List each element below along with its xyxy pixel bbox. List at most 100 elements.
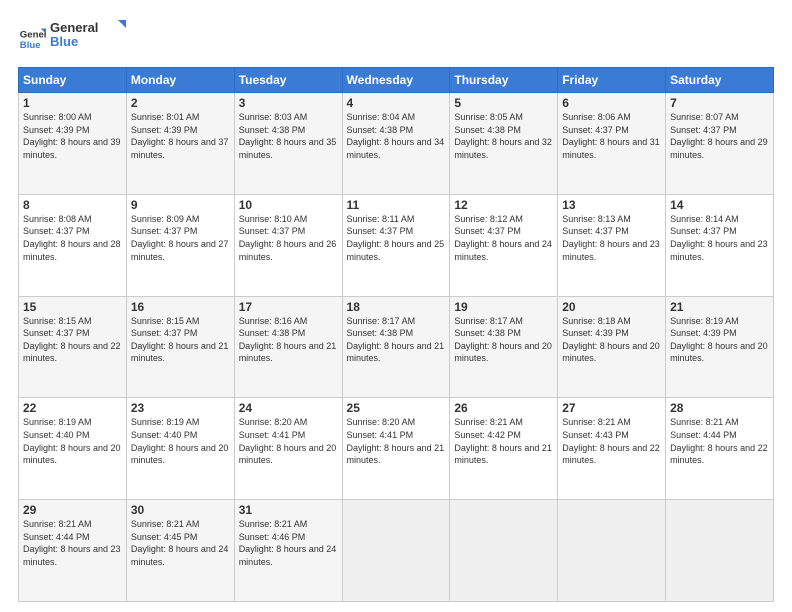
- calendar-header-row: SundayMondayTuesdayWednesdayThursdayFrid…: [19, 68, 774, 93]
- header: General Blue General Blue: [18, 18, 774, 59]
- calendar-day-header: Friday: [558, 68, 666, 93]
- cell-info: Sunrise: 8:06 AMSunset: 4:37 PMDaylight:…: [562, 112, 660, 160]
- calendar-day-cell: 11 Sunrise: 8:11 AMSunset: 4:37 PMDayligh…: [342, 194, 450, 296]
- calendar-day-header: Sunday: [19, 68, 127, 93]
- day-number: 24: [239, 401, 338, 415]
- calendar-day-cell: 31 Sunrise: 8:21 AMSunset: 4:46 PMDayligh…: [234, 500, 342, 602]
- calendar-week-row: 15 Sunrise: 8:15 AMSunset: 4:37 PMDayligh…: [19, 296, 774, 398]
- cell-info: Sunrise: 8:13 AMSunset: 4:37 PMDaylight:…: [562, 214, 660, 262]
- calendar-day-header: Monday: [126, 68, 234, 93]
- cell-info: Sunrise: 8:12 AMSunset: 4:37 PMDaylight:…: [454, 214, 552, 262]
- calendar-day-cell: 3 Sunrise: 8:03 AMSunset: 4:38 PMDaylight…: [234, 93, 342, 195]
- calendar-day-cell: [342, 500, 450, 602]
- calendar-day-cell: 21 Sunrise: 8:19 AMSunset: 4:39 PMDayligh…: [666, 296, 774, 398]
- day-number: 23: [131, 401, 230, 415]
- day-number: 13: [562, 198, 661, 212]
- cell-info: Sunrise: 8:08 AMSunset: 4:37 PMDaylight:…: [23, 214, 121, 262]
- cell-info: Sunrise: 8:21 AMSunset: 4:42 PMDaylight:…: [454, 417, 552, 465]
- calendar-day-cell: 6 Sunrise: 8:06 AMSunset: 4:37 PMDaylight…: [558, 93, 666, 195]
- cell-info: Sunrise: 8:20 AMSunset: 4:41 PMDaylight:…: [347, 417, 445, 465]
- cell-info: Sunrise: 8:19 AMSunset: 4:39 PMDaylight:…: [670, 316, 768, 364]
- calendar-day-cell: 12Sunrise: 8:12 AMSunset: 4:37 PMDayligh…: [450, 194, 558, 296]
- cell-info: Sunrise: 8:19 AMSunset: 4:40 PMDaylight:…: [23, 417, 121, 465]
- calendar-week-row: 29 Sunrise: 8:21 AMSunset: 4:44 PMDayligh…: [19, 500, 774, 602]
- day-number: 29: [23, 503, 122, 517]
- day-number: 19: [454, 300, 553, 314]
- cell-info: Sunrise: 8:00 AMSunset: 4:39 PMDaylight:…: [23, 112, 121, 160]
- cell-info: Sunrise: 8:05 AMSunset: 4:38 PMDaylight:…: [454, 112, 552, 160]
- calendar-week-row: 22 Sunrise: 8:19 AMSunset: 4:40 PMDayligh…: [19, 398, 774, 500]
- calendar-day-cell: 2 Sunrise: 8:01 AMSunset: 4:39 PMDaylight…: [126, 93, 234, 195]
- cell-info: Sunrise: 8:21 AMSunset: 4:44 PMDaylight:…: [670, 417, 768, 465]
- calendar-day-cell: 30Sunrise: 8:21 AMSunset: 4:45 PMDayligh…: [126, 500, 234, 602]
- day-number: 3: [239, 96, 338, 110]
- calendar-day-cell: 9 Sunrise: 8:09 AMSunset: 4:37 PMDaylight…: [126, 194, 234, 296]
- cell-info: Sunrise: 8:21 AMSunset: 4:43 PMDaylight:…: [562, 417, 660, 465]
- cell-info: Sunrise: 8:18 AMSunset: 4:39 PMDaylight:…: [562, 316, 660, 364]
- calendar-day-header: Wednesday: [342, 68, 450, 93]
- calendar-day-cell: 10Sunrise: 8:10 AMSunset: 4:37 PMDayligh…: [234, 194, 342, 296]
- calendar-day-cell: 8Sunrise: 8:08 AMSunset: 4:37 PMDaylight…: [19, 194, 127, 296]
- day-number: 31: [239, 503, 338, 517]
- day-number: 26: [454, 401, 553, 415]
- calendar-day-cell: 5 Sunrise: 8:05 AMSunset: 4:38 PMDaylight…: [450, 93, 558, 195]
- cell-info: Sunrise: 8:03 AMSunset: 4:38 PMDaylight:…: [239, 112, 337, 160]
- cell-info: Sunrise: 8:21 AMSunset: 4:44 PMDaylight:…: [23, 519, 121, 567]
- calendar-day-cell: [558, 500, 666, 602]
- calendar-day-cell: 28 Sunrise: 8:21 AMSunset: 4:44 PMDayligh…: [666, 398, 774, 500]
- calendar-day-cell: 7 Sunrise: 8:07 AMSunset: 4:37 PMDaylight…: [666, 93, 774, 195]
- day-number: 15: [23, 300, 122, 314]
- calendar-day-cell: 15 Sunrise: 8:15 AMSunset: 4:37 PMDayligh…: [19, 296, 127, 398]
- cell-info: Sunrise: 8:09 AMSunset: 4:37 PMDaylight:…: [131, 214, 229, 262]
- calendar-day-cell: 25 Sunrise: 8:20 AMSunset: 4:41 PMDayligh…: [342, 398, 450, 500]
- day-number: 25: [347, 401, 446, 415]
- svg-text:General: General: [20, 29, 46, 40]
- day-number: 28: [670, 401, 769, 415]
- cell-info: Sunrise: 8:17 AMSunset: 4:38 PMDaylight:…: [347, 316, 445, 364]
- day-number: 17: [239, 300, 338, 314]
- calendar-table: SundayMondayTuesdayWednesdayThursdayFrid…: [18, 67, 774, 602]
- day-number: 1: [23, 96, 122, 110]
- calendar-day-cell: 26 Sunrise: 8:21 AMSunset: 4:42 PMDayligh…: [450, 398, 558, 500]
- cell-info: Sunrise: 8:11 AMSunset: 4:37 PMDaylight:…: [347, 214, 445, 262]
- calendar-day-cell: 18 Sunrise: 8:17 AMSunset: 4:38 PMDayligh…: [342, 296, 450, 398]
- logo-icon: General Blue: [18, 25, 46, 53]
- calendar-day-header: Thursday: [450, 68, 558, 93]
- calendar-day-cell: [666, 500, 774, 602]
- calendar-day-cell: 4 Sunrise: 8:04 AMSunset: 4:38 PMDaylight…: [342, 93, 450, 195]
- day-number: 16: [131, 300, 230, 314]
- calendar-week-row: 1 Sunrise: 8:00 AMSunset: 4:39 PMDaylight…: [19, 93, 774, 195]
- day-number: 18: [347, 300, 446, 314]
- calendar-day-cell: [450, 500, 558, 602]
- cell-info: Sunrise: 8:16 AMSunset: 4:38 PMDaylight:…: [239, 316, 337, 364]
- day-number: 21: [670, 300, 769, 314]
- day-number: 9: [131, 198, 230, 212]
- cell-info: Sunrise: 8:04 AMSunset: 4:38 PMDaylight:…: [347, 112, 445, 160]
- day-number: 11: [347, 198, 446, 212]
- cell-info: Sunrise: 8:21 AMSunset: 4:45 PMDaylight:…: [131, 519, 229, 567]
- day-number: 27: [562, 401, 661, 415]
- day-number: 22: [23, 401, 122, 415]
- cell-info: Sunrise: 8:15 AMSunset: 4:37 PMDaylight:…: [23, 316, 121, 364]
- cell-info: Sunrise: 8:07 AMSunset: 4:37 PMDaylight:…: [670, 112, 768, 160]
- cell-info: Sunrise: 8:15 AMSunset: 4:37 PMDaylight:…: [131, 316, 229, 364]
- cell-info: Sunrise: 8:01 AMSunset: 4:39 PMDaylight:…: [131, 112, 229, 160]
- day-number: 4: [347, 96, 446, 110]
- day-number: 10: [239, 198, 338, 212]
- calendar-day-cell: 24Sunrise: 8:20 AMSunset: 4:41 PMDayligh…: [234, 398, 342, 500]
- day-number: 20: [562, 300, 661, 314]
- cell-info: Sunrise: 8:21 AMSunset: 4:46 PMDaylight:…: [239, 519, 337, 567]
- calendar-day-cell: 17 Sunrise: 8:16 AMSunset: 4:38 PMDayligh…: [234, 296, 342, 398]
- day-number: 6: [562, 96, 661, 110]
- calendar-day-cell: 27 Sunrise: 8:21 AMSunset: 4:43 PMDayligh…: [558, 398, 666, 500]
- calendar-day-cell: 20 Sunrise: 8:18 AMSunset: 4:39 PMDayligh…: [558, 296, 666, 398]
- day-number: 5: [454, 96, 553, 110]
- calendar-day-cell: 19Sunrise: 8:17 AMSunset: 4:38 PMDayligh…: [450, 296, 558, 398]
- calendar-day-header: Saturday: [666, 68, 774, 93]
- day-number: 7: [670, 96, 769, 110]
- day-number: 14: [670, 198, 769, 212]
- svg-text:General: General: [50, 20, 98, 35]
- day-number: 2: [131, 96, 230, 110]
- svg-text:Blue: Blue: [50, 34, 78, 49]
- logo-svg: General Blue: [50, 18, 130, 54]
